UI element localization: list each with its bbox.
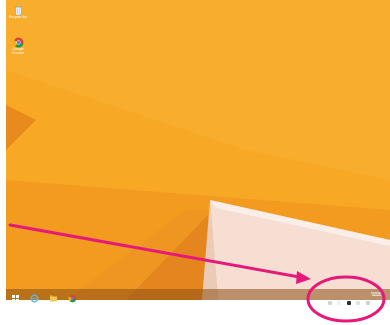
annotation-circle-tray: [306, 275, 386, 323]
annotation-arrowhead: [296, 271, 311, 284]
annotation-arrow-line: [8, 223, 307, 280]
screenshot: Recycle Bin Google Chrome: [0, 0, 390, 325]
annotation-overlay: [8, 223, 386, 323]
